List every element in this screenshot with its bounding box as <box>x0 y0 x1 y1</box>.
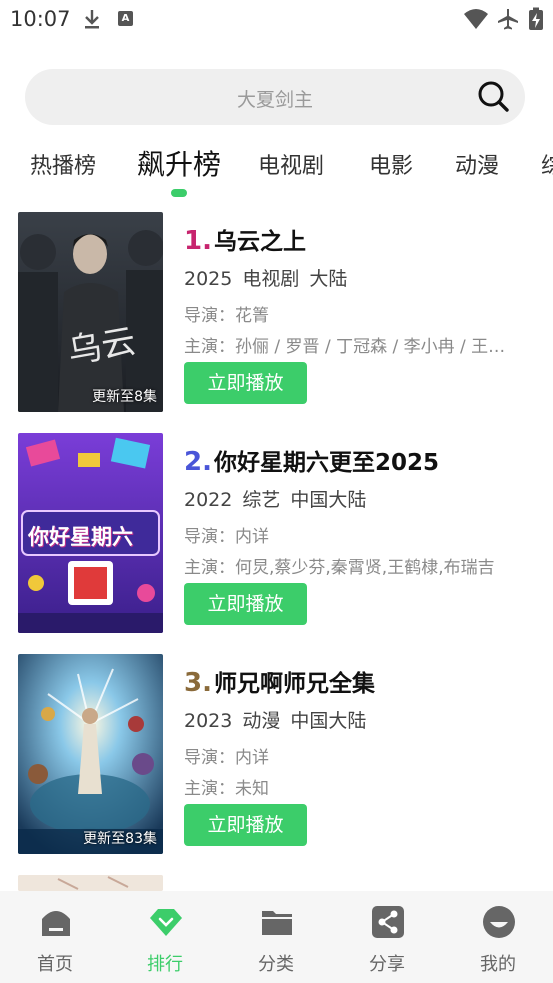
ranking-icon <box>150 909 182 936</box>
item-title[interactable]: 2.你好星期六更至2025 <box>184 443 439 477</box>
item-meta: 2022 综艺 中国大陆 <box>184 485 376 512</box>
year: 2025 <box>184 268 233 290</box>
nav-home-label: 首页 <box>37 954 73 975</box>
cast: 主演：何炅,蔡少芬,秦霄贤,王鹤棣,布瑞吉 <box>184 558 495 578</box>
tab-movie[interactable]: 电影 <box>369 148 413 180</box>
director: 导演：花箐 <box>184 306 269 326</box>
rank-number: 2. <box>184 447 212 477</box>
item-title[interactable]: 1.乌云之上 <box>184 222 306 256</box>
search-icon[interactable] <box>477 80 509 112</box>
nav-home[interactable]: 首页 <box>0 891 110 983</box>
play-now-button[interactable]: 立即播放 <box>184 583 307 625</box>
wifi-icon <box>464 9 488 29</box>
active-tab-indicator <box>171 189 187 197</box>
bottom-navigation: 首页 排行 分类 分享 我的 <box>0 891 553 983</box>
tab-rising[interactable]: 飙升榜 <box>137 143 221 183</box>
list-item[interactable] <box>18 875 553 891</box>
download-icon <box>85 10 99 29</box>
nav-category-label: 分类 <box>258 954 294 975</box>
list-item[interactable]: 你好星期六 2.你好星期六更至2025 2022 综艺 中国大陆 导演：内详 主演：… <box>18 433 553 633</box>
genre: 电视剧 <box>242 268 300 290</box>
item-meta: 2025 电视剧 大陆 <box>184 264 357 291</box>
genre: 动漫 <box>242 710 281 732</box>
profile-icon <box>483 906 515 938</box>
battery-charging-icon <box>529 7 543 30</box>
clock: 10:07 <box>10 7 71 31</box>
list-item[interactable]: 更新至83集 3.师兄啊师兄全集 2023 动漫 中国大陆 导演：内详 主演：未知 … <box>18 654 553 854</box>
year: 2023 <box>184 710 233 732</box>
title-text: 乌云之上 <box>213 229 306 255</box>
title-text: 师兄啊师兄全集 <box>213 671 375 697</box>
category-tabs: 热播榜 飙升榜 电视剧 电影 动漫 综 <box>0 140 553 202</box>
cast: 主演：孙俪 / 罗晋 / 丁冠森 / 李小冉 / 王… <box>184 337 506 357</box>
airplane-icon <box>498 9 518 30</box>
share-icon <box>372 906 404 938</box>
nav-ranking-label: 排行 <box>147 954 183 975</box>
poster-art <box>18 875 163 891</box>
tab-tv-series[interactable]: 电视剧 <box>258 148 324 180</box>
genre: 综艺 <box>242 489 281 511</box>
poster-title-text: 你好星期六 <box>28 525 133 549</box>
tab-hot[interactable]: 热播榜 <box>30 148 96 180</box>
tab-variety[interactable]: 综 <box>541 148 553 180</box>
play-now-button[interactable]: 立即播放 <box>184 804 307 846</box>
nav-profile[interactable]: 我的 <box>443 891 553 983</box>
director: 导演：内详 <box>184 527 269 547</box>
poster-image[interactable] <box>18 875 163 891</box>
item-meta: 2023 动漫 中国大陆 <box>184 706 376 733</box>
update-label: 更新至83集 <box>83 831 157 847</box>
director: 导演：内详 <box>184 748 269 768</box>
poster-art: 乌云 <box>18 212 163 412</box>
update-label: 更新至8集 <box>92 389 157 405</box>
nav-profile-label: 我的 <box>480 954 516 975</box>
poster-art <box>18 654 163 854</box>
tab-anime[interactable]: 动漫 <box>455 148 499 180</box>
list-item[interactable]: 乌云 更新至8集 1.乌云之上 2025 电视剧 大陆 导演：花箐 主演：孙俪 / … <box>18 212 553 412</box>
region: 中国大陆 <box>290 489 367 511</box>
nav-category[interactable]: 分类 <box>221 891 331 983</box>
region: 中国大陆 <box>290 710 367 732</box>
nav-ranking[interactable]: 排行 <box>110 891 220 983</box>
nav-share-label: 分享 <box>369 954 405 975</box>
item-title[interactable]: 3.师兄啊师兄全集 <box>184 664 375 698</box>
poster-image[interactable]: 你好星期六 <box>18 433 163 633</box>
rank-number: 1. <box>184 226 212 256</box>
keyboard-badge-icon: A <box>118 11 133 26</box>
poster-image[interactable]: 乌云 更新至8集 <box>18 212 163 412</box>
play-now-button[interactable]: 立即播放 <box>184 362 307 404</box>
home-icon <box>42 911 70 936</box>
folder-icon <box>262 911 292 935</box>
cast: 主演：未知 <box>184 779 269 799</box>
search-bar[interactable]: 大夏剑主 <box>25 69 525 125</box>
search-placeholder: 大夏剑主 <box>236 89 313 111</box>
year: 2022 <box>184 489 233 511</box>
app-screen: 10:07 A 大夏剑主 热播榜 飙升榜 电视剧 电影 动漫 综 乌云 更新至8… <box>0 0 553 983</box>
title-text: 你好星期六更至2025 <box>213 450 439 476</box>
nav-share[interactable]: 分享 <box>332 891 442 983</box>
rank-number: 3. <box>184 668 212 698</box>
status-bar: 10:07 A <box>0 0 553 40</box>
poster-image[interactable]: 更新至83集 <box>18 654 163 854</box>
region: 大陆 <box>309 268 348 290</box>
